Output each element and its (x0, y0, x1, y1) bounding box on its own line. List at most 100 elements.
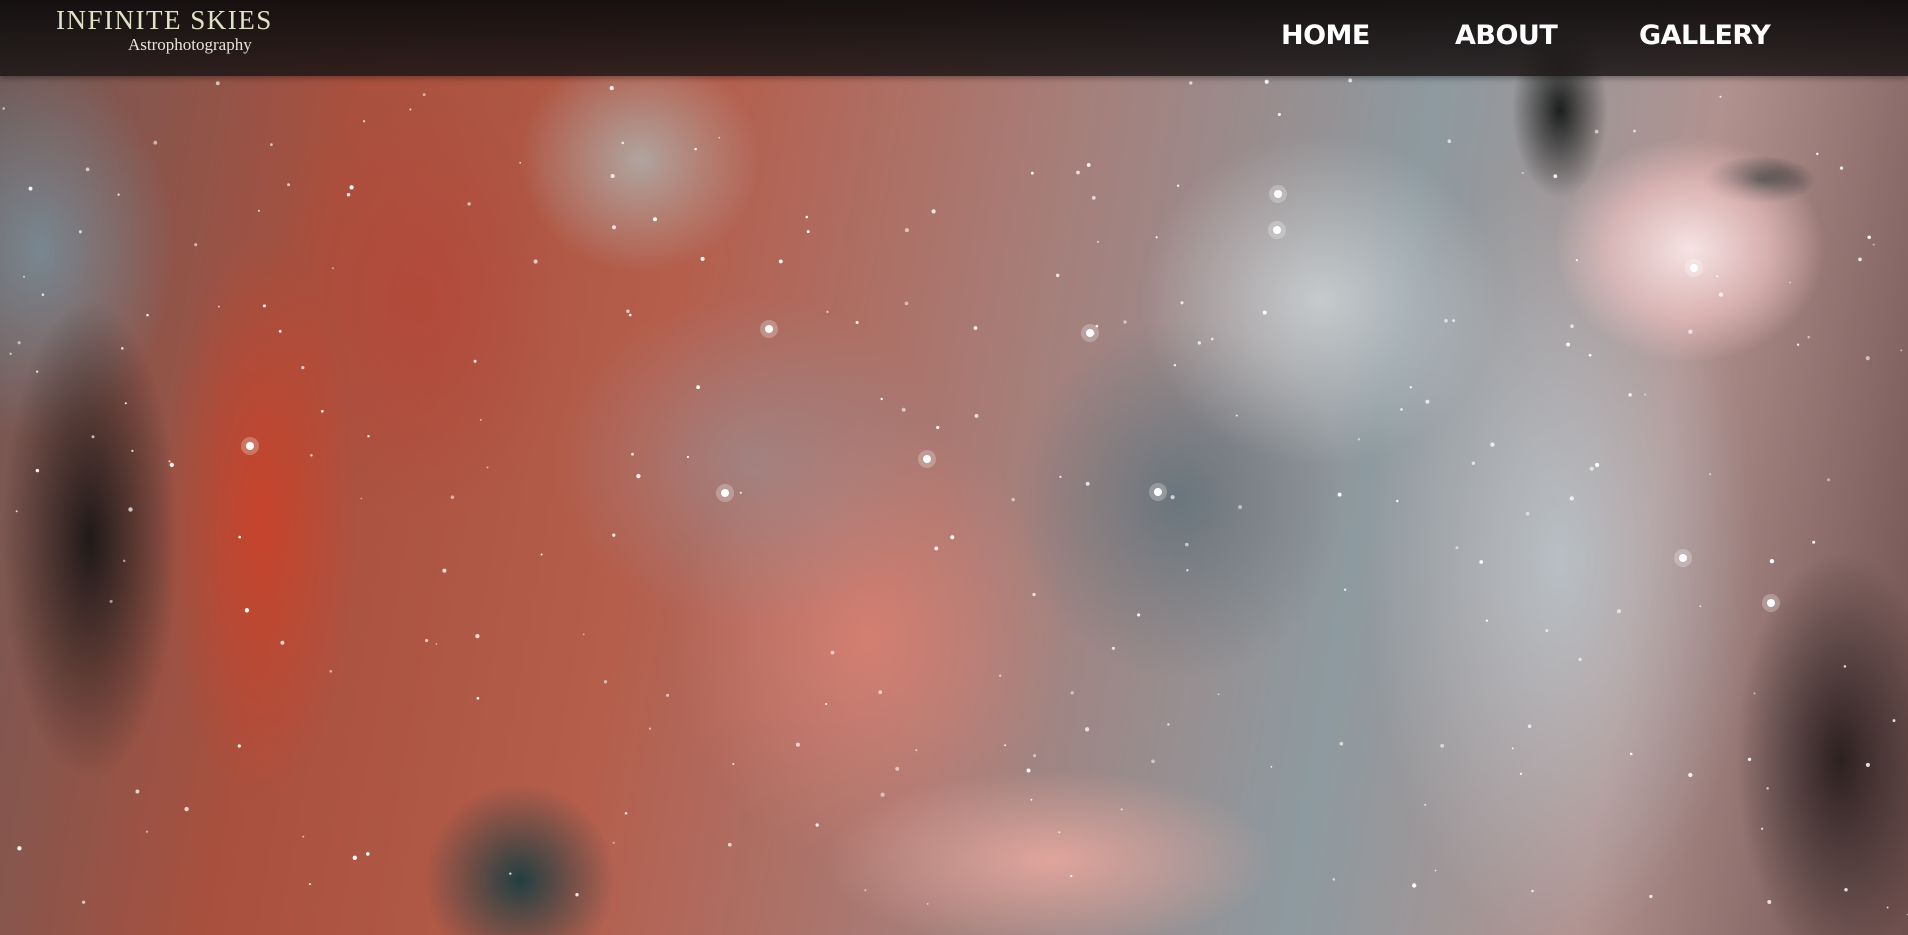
star (1892, 719, 1896, 723)
star (1396, 499, 1399, 503)
star (17, 341, 21, 345)
bright-star (1086, 329, 1094, 337)
star (1628, 393, 1632, 397)
star (1747, 757, 1752, 762)
star (950, 535, 955, 540)
star (78, 230, 82, 234)
star (1277, 112, 1281, 117)
star (1519, 772, 1523, 776)
star (41, 293, 45, 297)
star (1425, 399, 1430, 404)
star (626, 309, 630, 314)
star (450, 495, 455, 499)
star (603, 680, 608, 684)
star (1412, 883, 1417, 888)
star (621, 141, 625, 145)
star (442, 568, 447, 573)
star (422, 93, 426, 97)
star (1594, 462, 1600, 468)
star (1084, 727, 1090, 732)
star (1575, 258, 1579, 262)
nav-about-link[interactable]: ABOUT (1455, 17, 1558, 55)
site-subtitle: Astrophotography (128, 35, 252, 54)
star (1344, 588, 1347, 591)
star (1332, 878, 1336, 881)
star (1633, 129, 1636, 133)
star (648, 727, 652, 730)
bright-star (1274, 190, 1282, 198)
star (610, 173, 615, 179)
star (352, 855, 357, 860)
star (999, 674, 1002, 677)
star (1485, 619, 1489, 622)
star (1699, 605, 1702, 608)
star (540, 553, 543, 556)
star (1709, 473, 1712, 476)
star (1688, 772, 1693, 778)
star (652, 217, 658, 222)
star (931, 209, 936, 214)
star (1839, 166, 1844, 170)
site-logo[interactable]: INFINITE SKIES Astrophotography (56, 5, 346, 55)
star (1865, 356, 1870, 361)
star (631, 452, 634, 456)
star (612, 841, 615, 844)
star (1137, 613, 1141, 617)
star (732, 762, 735, 766)
star (1525, 511, 1530, 516)
star (360, 497, 363, 500)
star (1070, 691, 1074, 695)
star (362, 120, 366, 123)
star (934, 546, 939, 551)
star (320, 409, 324, 413)
star (1769, 559, 1775, 564)
star (864, 889, 867, 892)
star (1091, 196, 1096, 200)
star (1111, 646, 1116, 650)
star (1235, 414, 1238, 417)
star (1796, 343, 1800, 346)
star (686, 455, 690, 459)
star (612, 533, 616, 537)
star (1718, 292, 1724, 297)
star (1511, 747, 1514, 750)
star (346, 192, 351, 197)
star (700, 256, 705, 261)
star (806, 230, 810, 234)
star (194, 243, 198, 247)
star (435, 643, 438, 645)
nav-gallery-link[interactable]: GALLERY (1639, 17, 1771, 55)
star (718, 136, 721, 139)
starfield (2, 78, 1908, 916)
star (146, 313, 149, 317)
star (15, 510, 18, 513)
star (1031, 171, 1034, 175)
star (1270, 765, 1273, 768)
star (1238, 505, 1243, 510)
bright-star (246, 442, 254, 450)
star (830, 650, 835, 655)
star (486, 466, 489, 469)
star (611, 225, 617, 230)
star (694, 147, 697, 151)
star (1629, 752, 1633, 756)
star (2, 107, 6, 110)
star (1167, 723, 1170, 726)
star (28, 186, 33, 191)
hero-nebula-image (0, 0, 1908, 935)
star (1059, 475, 1062, 479)
star (795, 742, 800, 747)
star (169, 462, 174, 468)
star (1588, 353, 1592, 357)
star (1339, 741, 1344, 746)
star (1527, 724, 1532, 728)
star (826, 310, 829, 313)
star (582, 633, 585, 636)
star (1217, 693, 1220, 696)
star (1262, 310, 1267, 315)
nav-home-link[interactable]: HOME (1281, 17, 1370, 55)
star (1186, 569, 1189, 572)
star (120, 347, 124, 350)
star (1569, 496, 1574, 501)
star (1886, 906, 1889, 909)
